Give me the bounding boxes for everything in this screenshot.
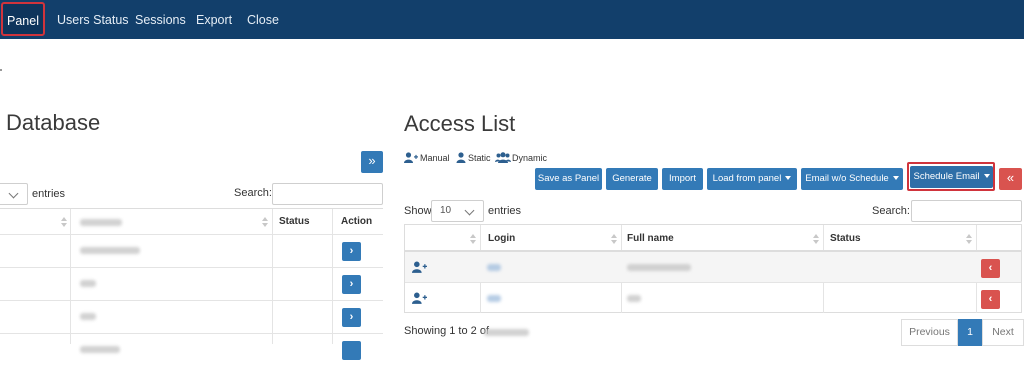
- table-row: ›: [0, 301, 383, 334]
- legend-dynamic: Dynamic: [512, 153, 548, 163]
- row-add-button[interactable]: ›: [342, 308, 361, 327]
- sort-icon[interactable]: [813, 234, 819, 245]
- nav-panel[interactable]: Panel: [1, 2, 45, 36]
- load-from-panel-label: Load from panel: [712, 173, 782, 184]
- redacted-login: [487, 295, 501, 302]
- table-row: ‹: [405, 252, 1021, 283]
- column-login[interactable]: Login: [488, 225, 515, 252]
- users-icon: [495, 152, 511, 163]
- redacted-header: [80, 219, 122, 226]
- pagination-previous[interactable]: Previous: [901, 319, 958, 346]
- redacted-cell: [80, 313, 96, 320]
- caret-down-icon: [785, 176, 792, 180]
- user-plus-icon: [412, 261, 427, 273]
- column-action: Action: [341, 216, 373, 227]
- redacted-cell: [80, 247, 140, 254]
- pagination-page-1[interactable]: 1: [958, 319, 982, 346]
- access-search-label: Search:: [872, 205, 910, 217]
- database-search-label: Search:: [234, 187, 272, 199]
- top-navbar: Panel Users Status Sessions Export Close: [0, 0, 1024, 39]
- chevron-down-icon: [464, 205, 475, 216]
- nav-users-status[interactable]: Users Status: [57, 0, 129, 39]
- table-info-text: Showing 1 to 2 of: [404, 325, 490, 337]
- sort-icon[interactable]: [470, 234, 476, 245]
- sort-icon[interactable]: [611, 234, 617, 245]
- load-from-panel-dropdown[interactable]: Load from panel: [707, 168, 797, 190]
- nav-sessions[interactable]: Sessions: [135, 0, 186, 39]
- access-entries-label: entries: [488, 205, 522, 217]
- email-without-schedule-label: Email w/o Schedule: [805, 173, 889, 184]
- email-without-schedule-dropdown[interactable]: Email w/o Schedule: [801, 168, 903, 190]
- schedule-email-dropdown[interactable]: Schedule Email: [910, 166, 993, 188]
- access-search-input[interactable]: [911, 200, 1022, 222]
- divider-mark: [0, 69, 2, 71]
- redacted-full-name: [627, 295, 641, 302]
- table-row: ›: [0, 268, 383, 301]
- redacted-full-name: [627, 264, 691, 271]
- row-add-button[interactable]: ›: [342, 242, 361, 261]
- nav-export[interactable]: Export: [196, 0, 232, 39]
- database-page-size-select[interactable]: [0, 183, 28, 205]
- column-full-name[interactable]: Full name: [627, 225, 674, 252]
- table-row: [0, 334, 383, 367]
- generate-button[interactable]: Generate: [606, 168, 658, 190]
- sort-icon[interactable]: [966, 234, 972, 245]
- schedule-email-label: Schedule Email: [913, 171, 980, 182]
- redacted-total: [484, 329, 529, 336]
- database-table: Status Action › › ›: [0, 208, 383, 360]
- row-remove-button[interactable]: ‹: [981, 259, 1000, 278]
- import-button[interactable]: Import: [662, 168, 703, 190]
- database-header-row: Status Action: [0, 209, 383, 235]
- column-status[interactable]: Status: [830, 225, 861, 252]
- page-size-value: 10: [440, 205, 452, 216]
- sort-icon[interactable]: [61, 217, 67, 228]
- column-status[interactable]: Status: [279, 209, 310, 235]
- legend-manual: Manual: [420, 153, 450, 163]
- access-table: Login Full name Status ‹ ‹: [404, 224, 1022, 313]
- chevron-down-icon: [8, 188, 19, 199]
- table-info: Showing 1 to 2 of: [404, 325, 489, 337]
- caret-down-icon: [892, 176, 899, 180]
- redacted-login: [487, 264, 501, 271]
- redacted-cell: [80, 280, 96, 287]
- row-add-button[interactable]: ›: [342, 275, 361, 294]
- user-plus-icon: [404, 152, 418, 163]
- remove-all-button[interactable]: «: [999, 168, 1022, 190]
- redacted-cell: [80, 346, 120, 353]
- legend-static: Static: [468, 153, 491, 163]
- nav-close[interactable]: Close: [247, 0, 279, 39]
- pagination-next[interactable]: Next: [982, 319, 1024, 346]
- user-plus-icon: [412, 292, 427, 304]
- table-row: ‹: [405, 283, 1021, 314]
- database-title: Database: [6, 110, 101, 135]
- row-add-button[interactable]: [342, 341, 361, 360]
- access-list-title: Access List: [404, 111, 516, 136]
- access-page-size-select[interactable]: 10: [431, 200, 484, 222]
- move-all-right-button[interactable]: »: [361, 151, 383, 173]
- database-search-input[interactable]: [272, 183, 383, 205]
- user-icon: [456, 152, 466, 163]
- row-remove-button[interactable]: ‹: [981, 290, 1000, 309]
- save-as-panel-button[interactable]: Save as Panel: [535, 168, 602, 190]
- access-header-row: Login Full name Status: [405, 225, 1021, 252]
- database-entries-label: entries: [32, 188, 66, 200]
- sort-icon[interactable]: [262, 217, 268, 228]
- caret-down-icon: [983, 174, 990, 178]
- table-row: ›: [0, 235, 383, 268]
- show-label: Show: [404, 205, 432, 217]
